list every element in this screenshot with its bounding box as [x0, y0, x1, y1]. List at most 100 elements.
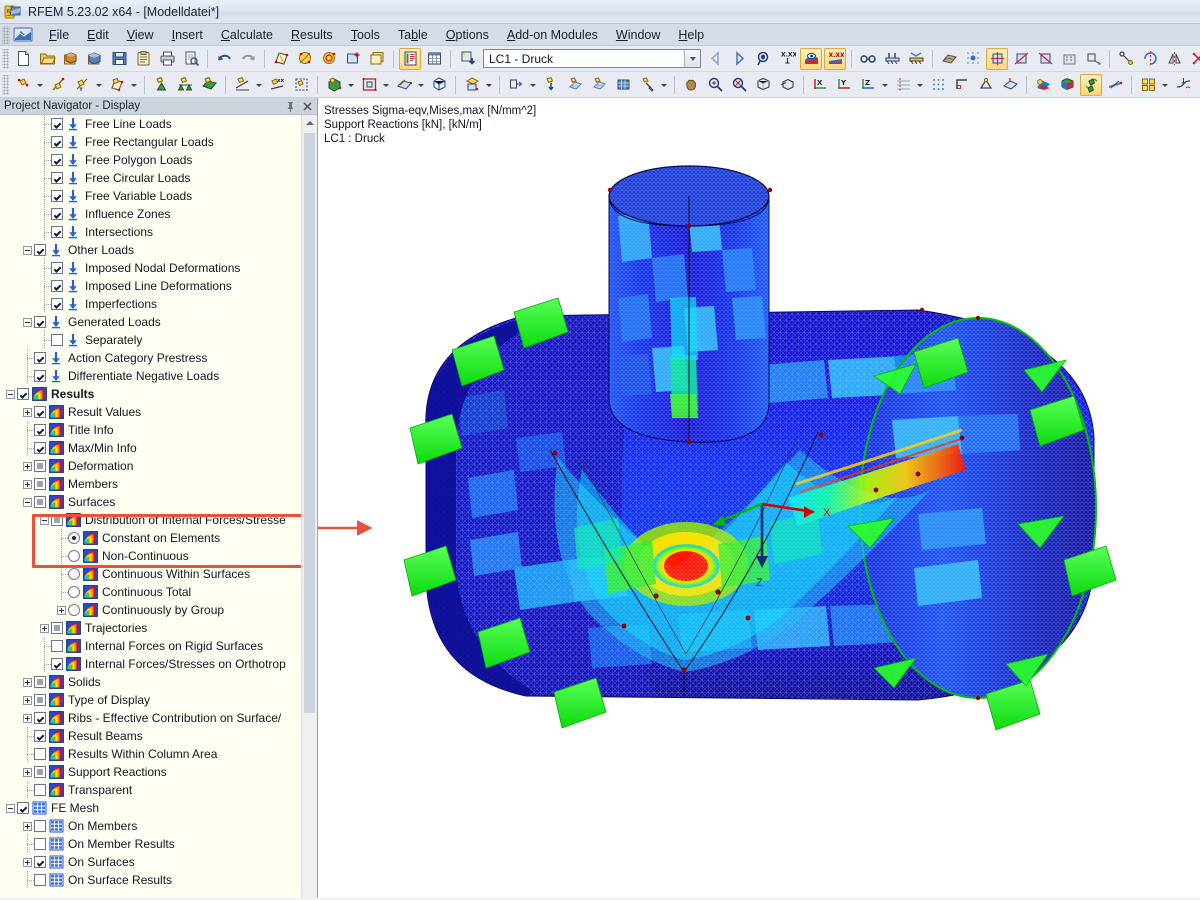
tree-checkbox[interactable] — [34, 316, 46, 328]
lighting-icon[interactable] — [1032, 74, 1054, 96]
open-project-icon[interactable] — [84, 48, 106, 70]
tree-checkbox[interactable] — [34, 406, 46, 418]
tree-checkbox-partial[interactable] — [51, 514, 63, 526]
zoom-out-icon[interactable] — [728, 74, 750, 96]
new-window-icon[interactable] — [366, 48, 388, 70]
tree-expander[interactable] — [23, 713, 32, 723]
chevron-down-icon[interactable] — [35, 74, 46, 96]
close-icon[interactable] — [300, 99, 315, 114]
menu-item-calculate[interactable]: Calculate — [212, 26, 282, 44]
delete-nodes-icon[interactable] — [1187, 48, 1200, 70]
tree-checkbox[interactable] — [51, 226, 63, 238]
tree-checkbox-partial[interactable] — [51, 622, 63, 634]
new-line-support-icon[interactable] — [174, 74, 196, 96]
new-member-icon[interactable] — [231, 74, 253, 96]
tree-checkbox[interactable] — [51, 640, 63, 652]
tree-radio[interactable] — [68, 532, 80, 544]
new-surface-icon[interactable] — [198, 74, 220, 96]
tree-expander[interactable] — [40, 623, 49, 633]
arrange-windows-icon[interactable] — [1137, 74, 1159, 96]
tree-radio[interactable] — [68, 586, 80, 598]
tree-item-on-members[interactable]: On Members — [0, 817, 296, 835]
navigator-scroll-thumb[interactable] — [304, 133, 315, 713]
tree-item-results-within-column-area[interactable]: Results Within Column Area — [0, 745, 296, 763]
new-solid-icon[interactable] — [323, 74, 345, 96]
tree-item-title-info[interactable]: Title Info — [0, 421, 296, 439]
tree-radio[interactable] — [68, 604, 80, 616]
next-lc-icon[interactable] — [728, 48, 750, 70]
tables-icon[interactable] — [423, 48, 445, 70]
new-rib-icon[interactable] — [393, 74, 415, 96]
new-opening-icon[interactable] — [358, 74, 380, 96]
open-file-icon[interactable] — [36, 48, 58, 70]
tree-item-non-continuous[interactable]: Non-Continuous — [0, 547, 296, 565]
printout-report-icon[interactable] — [399, 47, 421, 70]
new-polyline-icon[interactable] — [106, 74, 128, 96]
workplane-icon[interactable] — [999, 74, 1021, 96]
chevron-down-icon[interactable] — [915, 74, 926, 96]
zoom-in-icon[interactable] — [704, 74, 726, 96]
render-surface-icon[interactable] — [270, 48, 292, 70]
show-results-icon[interactable] — [800, 47, 822, 70]
tree-expander[interactable] — [23, 461, 32, 471]
chevron-down-icon[interactable] — [381, 74, 392, 96]
load-case-combo[interactable]: LC1 - Druck — [483, 49, 701, 68]
menu-item-edit[interactable]: Edit — [78, 26, 118, 44]
tree-checkbox[interactable] — [34, 370, 46, 382]
tree-checkbox[interactable] — [34, 712, 46, 724]
support-reactions-icon[interactable] — [881, 48, 903, 70]
tree-item-intersections[interactable]: Intersections — [0, 223, 296, 241]
clipboard-icon[interactable] — [132, 48, 154, 70]
tree-expander[interactable] — [6, 389, 15, 399]
tree-item-internal-forces-stresses-on-orthotrop[interactable]: Internal Forces/Stresses on Orthotrop — [0, 655, 296, 673]
render-model-icon[interactable] — [962, 48, 984, 70]
tree-checkbox-partial[interactable] — [34, 676, 46, 688]
menu-item-options[interactable]: Options — [437, 26, 498, 44]
axis-x-icon[interactable]: X — [809, 74, 831, 96]
tree-checkbox[interactable] — [34, 820, 46, 832]
tree-item-members[interactable]: Members — [0, 475, 296, 493]
new-block-icon[interactable] — [428, 74, 450, 96]
tree-checkbox[interactable] — [34, 856, 46, 868]
tree-expander[interactable] — [23, 857, 32, 867]
curve-icon[interactable] — [1172, 74, 1194, 96]
tree-item-on-surface-results[interactable]: On Surface Results — [0, 871, 296, 889]
tree-checkbox[interactable] — [34, 244, 46, 256]
tree-checkbox[interactable] — [34, 424, 46, 436]
tree-item-result-beams[interactable]: Result Beams — [0, 727, 296, 745]
tree-checkbox[interactable] — [51, 172, 63, 184]
zoom-window-icon[interactable] — [776, 74, 798, 96]
tree-checkbox[interactable] — [51, 262, 63, 274]
tree-item-continuously-by-group[interactable]: Continuously by Group — [0, 601, 296, 619]
extrude-icon[interactable] — [540, 74, 562, 96]
menu-item-tools[interactable]: Tools — [342, 26, 389, 44]
tree-item-imperfections[interactable]: Imperfections — [0, 295, 296, 313]
chevron-down-icon[interactable] — [416, 74, 427, 96]
clean-model-icon[interactable] — [636, 74, 658, 96]
tree-item-ribs-effective-contribution-on-surface[interactable]: Ribs - Effective Contribution on Surface… — [0, 709, 296, 727]
object-snap-icon[interactable] — [975, 74, 997, 96]
tree-item-support-reactions[interactable]: Support Reactions — [0, 763, 296, 781]
menubar-grip[interactable] — [2, 25, 10, 44]
tree-checkbox[interactable] — [34, 748, 46, 760]
view-xz-icon[interactable] — [1010, 48, 1032, 70]
model-viewport[interactable]: Stresses Sigma-eqv,Mises,max [N/mm^2] Su… — [318, 98, 1200, 898]
tree-item-result-values[interactable]: Result Values — [0, 403, 296, 421]
menu-item-insert[interactable]: Insert — [163, 26, 212, 44]
menu-item-results[interactable]: Results — [282, 26, 342, 44]
tree-checkbox[interactable] — [17, 802, 29, 814]
tree-radio[interactable] — [68, 550, 80, 562]
tree-item-transparent[interactable]: Transparent — [0, 781, 296, 799]
menu-item-view[interactable]: View — [118, 26, 163, 44]
isometric-view-icon[interactable] — [986, 47, 1008, 70]
pan-hand-icon[interactable] — [680, 74, 702, 96]
tree-item-differentiate-negative-loads[interactable]: Differentiate Negative Loads — [0, 367, 296, 385]
tree-item-free-variable-loads[interactable]: Free Variable Loads — [0, 187, 296, 205]
chevron-down-icon[interactable] — [684, 50, 700, 67]
guideline-icon[interactable] — [892, 74, 914, 96]
print-icon[interactable] — [156, 48, 178, 70]
tree-checkbox[interactable] — [51, 190, 63, 202]
new-load-icon[interactable] — [461, 74, 483, 96]
copy-object-icon[interactable] — [505, 74, 527, 96]
glasses-icon[interactable] — [857, 48, 879, 70]
